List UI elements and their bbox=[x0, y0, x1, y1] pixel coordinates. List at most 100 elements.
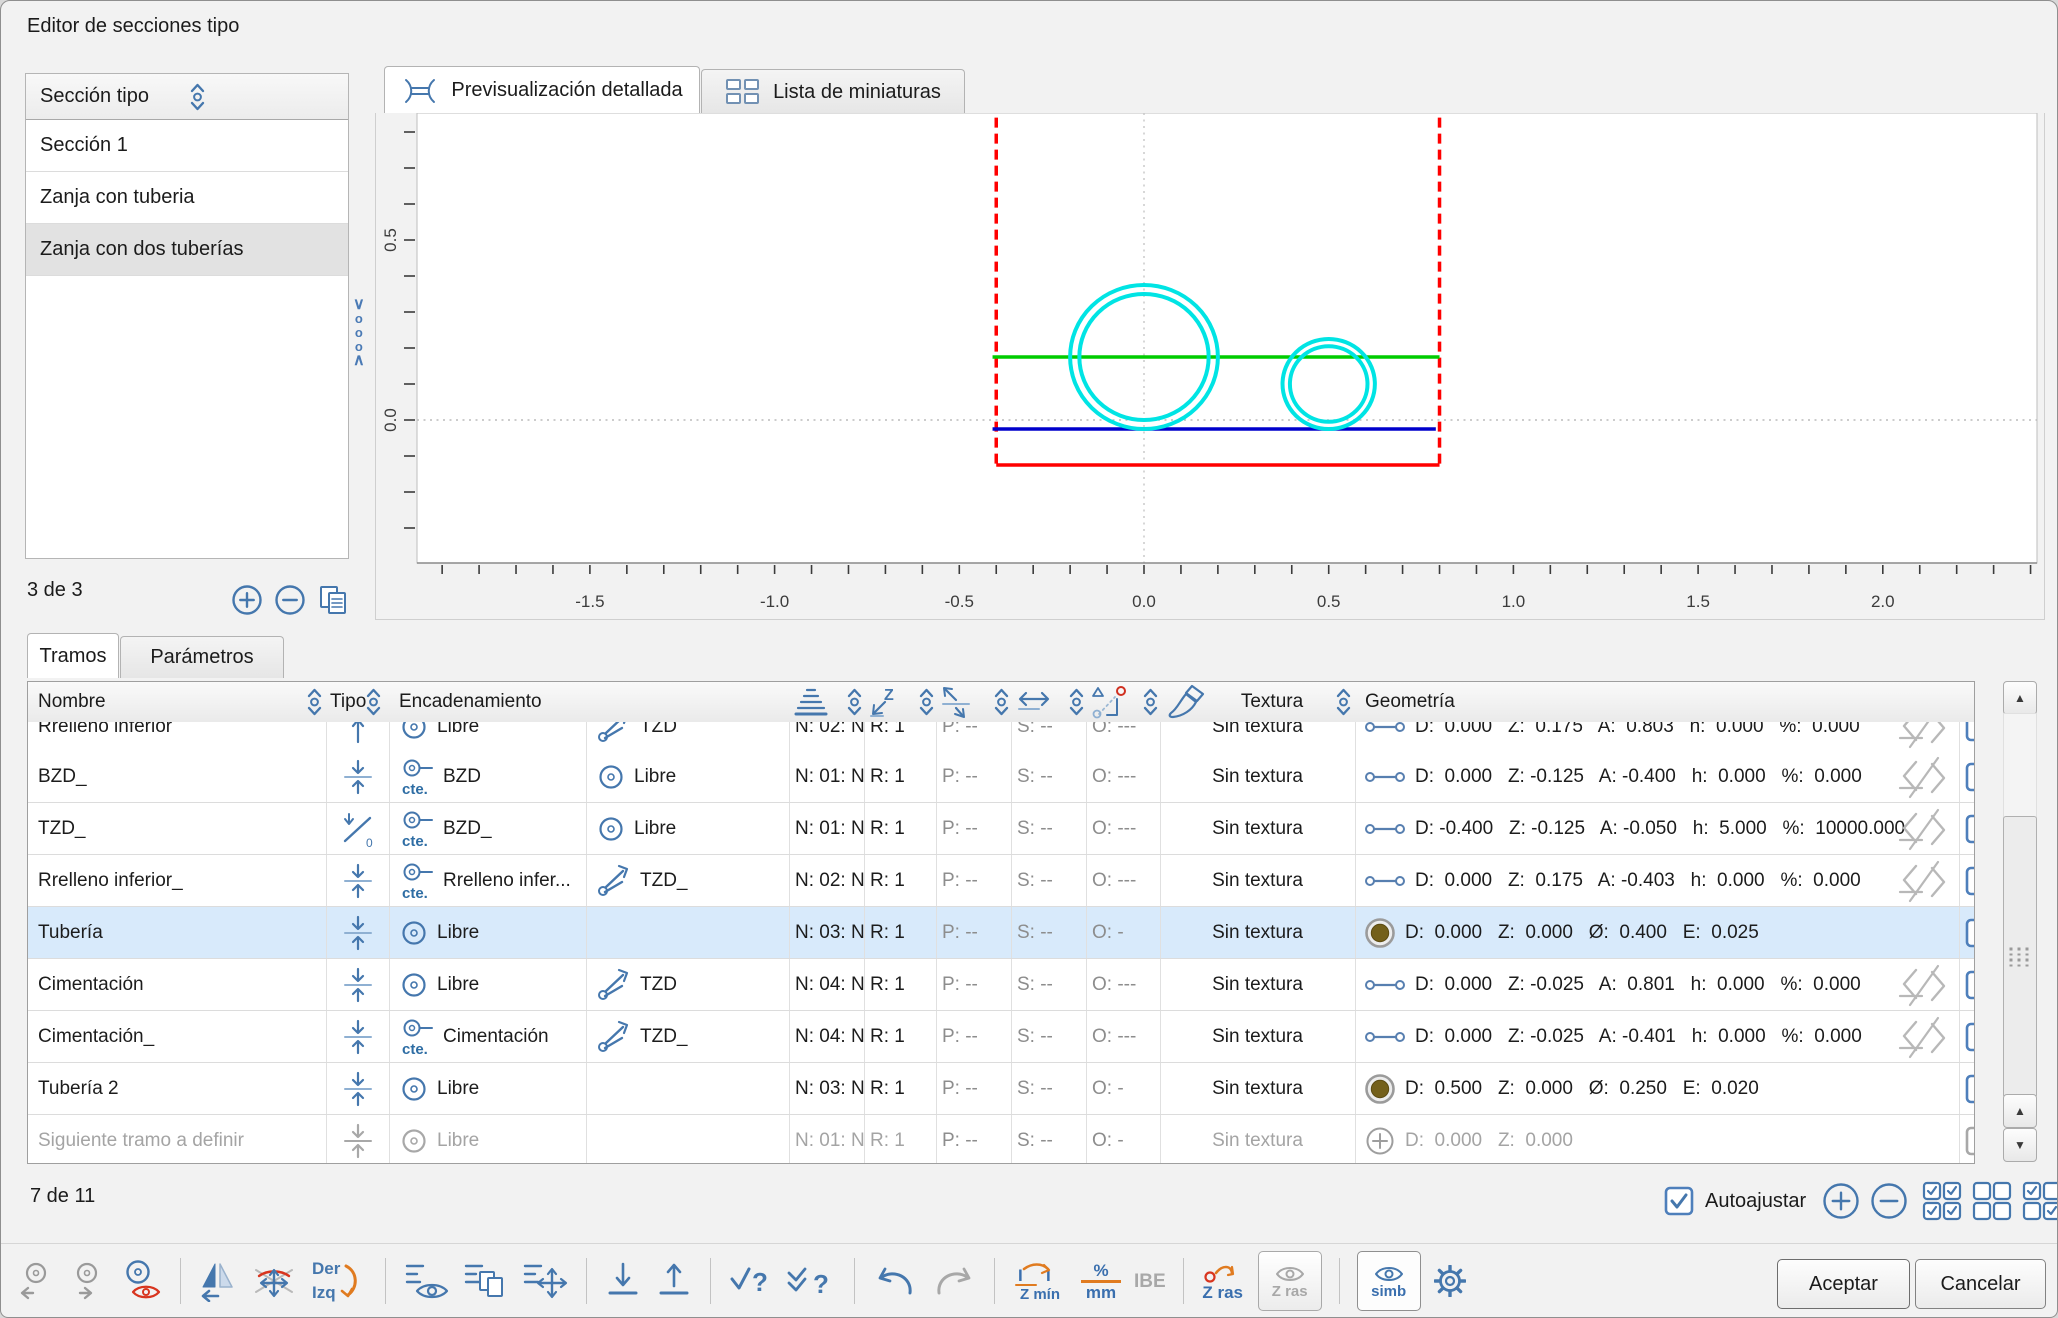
cell-textura[interactable]: Sin textura bbox=[1160, 855, 1356, 907]
row-checkbox[interactable] bbox=[1964, 865, 1975, 897]
cell-s[interactable]: S: -- bbox=[1011, 1115, 1087, 1163]
section-list-item[interactable]: Zanja con tuberia bbox=[26, 172, 348, 224]
cell-nivel[interactable]: N: 02: N bbox=[789, 855, 865, 907]
cell-select[interactable] bbox=[1959, 1011, 1974, 1063]
row-checkbox[interactable] bbox=[1964, 722, 1975, 743]
table-row[interactable]: Rrelleno inferiorLibreTZDN: 02: NR: 1P: … bbox=[28, 722, 1974, 751]
cell-select[interactable] bbox=[1959, 907, 1974, 959]
cell-s[interactable]: S: -- bbox=[1011, 751, 1087, 803]
z-ras-visibility-button[interactable]: Z ras bbox=[1258, 1251, 1322, 1311]
cell-tipo[interactable] bbox=[326, 1011, 390, 1063]
cell-encadenamiento-2[interactable] bbox=[586, 1063, 790, 1115]
table-row[interactable]: TZD_0cte.BZD_LibreN: 01: NR: 1P: --S: --… bbox=[28, 803, 1974, 855]
slope-edit-icon[interactable] bbox=[1895, 961, 1953, 1009]
cell-encadenamiento-2[interactable]: TZD_ bbox=[586, 1011, 790, 1063]
row-checkbox[interactable] bbox=[1964, 813, 1975, 845]
cell-tipo[interactable] bbox=[326, 855, 390, 907]
cell-repeticion[interactable]: R: 1 bbox=[864, 959, 937, 1011]
table-row[interactable]: Tubería 2LibreN: 03: NR: 1P: --S: --O: -… bbox=[28, 1063, 1974, 1115]
settings-button[interactable] bbox=[1434, 1265, 1466, 1297]
select-none-rows-button[interactable] bbox=[1972, 1181, 2012, 1221]
row-checkbox[interactable] bbox=[1964, 1125, 1975, 1157]
cell-nivel[interactable]: N: 01: N bbox=[789, 751, 865, 803]
cell-tipo[interactable] bbox=[326, 722, 390, 751]
invert-row-selection-button[interactable] bbox=[2022, 1181, 2058, 1221]
validate-button[interactable]: ? bbox=[728, 1261, 772, 1301]
cell-nombre[interactable]: Tubería bbox=[28, 907, 327, 959]
cell-tipo[interactable]: 0 bbox=[326, 803, 390, 855]
cell-geometria[interactable]: D: 0.000 Z: -0.025 A: 0.801 h: 0.000 %: … bbox=[1355, 959, 1960, 1011]
cell-geometria[interactable]: D: 0.000 Z: -0.025 A: -0.401 h: 0.000 %:… bbox=[1355, 1011, 1960, 1063]
cell-s[interactable]: S: -- bbox=[1011, 722, 1087, 751]
row-move-up-button[interactable]: ▲ bbox=[2003, 1094, 2037, 1128]
move-tramos-button[interactable] bbox=[521, 1260, 569, 1302]
insert-below-button[interactable] bbox=[604, 1260, 642, 1302]
z-min-button[interactable]: IIZ mín bbox=[1012, 1261, 1068, 1302]
cell-encadenamiento-1[interactable]: cte.Rrelleno infer... bbox=[389, 855, 587, 907]
table-row[interactable]: Cimentación_cte.CimentaciónTZD_N: 04: NR… bbox=[28, 1011, 1974, 1063]
cell-select[interactable] bbox=[1959, 1063, 1974, 1115]
section-list-header[interactable]: Sección tipo bbox=[26, 74, 348, 120]
add-tramo-button[interactable] bbox=[1822, 1182, 1860, 1220]
slope-edit-icon[interactable] bbox=[1895, 753, 1953, 801]
cell-p[interactable]: P: -- bbox=[936, 1115, 1012, 1163]
slope-edit-icon[interactable] bbox=[1895, 722, 1953, 751]
cell-encadenamiento-2[interactable]: Libre bbox=[586, 803, 790, 855]
cell-nombre[interactable]: Siguiente tramo a definir bbox=[28, 1115, 327, 1163]
cell-o[interactable]: O: --- bbox=[1086, 803, 1161, 855]
table-scrollbar-thumb[interactable] bbox=[2003, 816, 2037, 1098]
slope-edit-icon[interactable] bbox=[1895, 805, 1953, 853]
cell-nivel[interactable]: N: 01: N bbox=[789, 1115, 865, 1163]
cell-o[interactable]: O: --- bbox=[1086, 1011, 1161, 1063]
cell-textura[interactable]: Sin textura bbox=[1160, 803, 1356, 855]
cell-geometria[interactable]: D: 0.000 Z: 0.175 A: -0.403 h: 0.000 %: … bbox=[1355, 855, 1960, 907]
row-checkbox[interactable] bbox=[1964, 969, 1975, 1001]
view-section-button[interactable] bbox=[121, 1260, 163, 1302]
cell-o[interactable]: O: --- bbox=[1086, 751, 1161, 803]
cell-textura[interactable]: Sin textura bbox=[1160, 1011, 1356, 1063]
cell-o[interactable]: O: - bbox=[1086, 907, 1161, 959]
cell-o[interactable]: O: --- bbox=[1086, 855, 1161, 907]
table-row[interactable]: CimentaciónLibreTZDN: 04: NR: 1P: --S: -… bbox=[28, 959, 1974, 1011]
autoajustar-checkbox[interactable] bbox=[1663, 1185, 1695, 1217]
cell-repeticion[interactable]: R: 1 bbox=[864, 1063, 937, 1115]
cell-nivel[interactable]: N: 03: N bbox=[789, 907, 865, 959]
tab-lista-miniaturas[interactable]: Lista de miniaturas bbox=[701, 69, 965, 114]
cell-encadenamiento-1[interactable]: Libre bbox=[389, 722, 587, 751]
column-header-tipo[interactable]: Tipo bbox=[326, 682, 390, 723]
cell-tipo[interactable] bbox=[326, 959, 390, 1011]
simbology-button[interactable]: simb bbox=[1357, 1251, 1421, 1311]
validate-all-button[interactable]: ? bbox=[785, 1261, 837, 1301]
cell-p[interactable]: P: -- bbox=[936, 803, 1012, 855]
cell-encadenamiento-2[interactable]: Libre bbox=[586, 751, 790, 803]
cell-s[interactable]: S: -- bbox=[1011, 1063, 1087, 1115]
cell-nivel[interactable]: N: 04: N bbox=[789, 1011, 865, 1063]
cell-geometria[interactable]: D: 0.500 Z: 0.000 Ø: 0.250 E: 0.020 bbox=[1355, 1063, 1960, 1115]
show-tramos-button[interactable] bbox=[403, 1260, 449, 1302]
table-row[interactable]: Rrelleno inferior_cte.Rrelleno infer...T… bbox=[28, 855, 1974, 907]
cell-o[interactable]: O: - bbox=[1086, 1063, 1161, 1115]
cell-encadenamiento-1[interactable]: cte.BZD bbox=[389, 751, 587, 803]
cell-geometria[interactable]: D: 0.000 Z: 0.000 bbox=[1355, 1115, 1960, 1163]
cell-textura[interactable]: Sin textura bbox=[1160, 907, 1356, 959]
cell-geometria[interactable]: D: 0.000 Z: 0.175 A: 0.803 h: 0.000 %: 0… bbox=[1355, 722, 1960, 751]
cell-tipo[interactable] bbox=[326, 907, 390, 959]
cell-select[interactable] bbox=[1959, 803, 1974, 855]
cell-p[interactable]: P: -- bbox=[936, 855, 1012, 907]
mirror-section-button[interactable] bbox=[198, 1260, 238, 1302]
cell-nivel[interactable]: N: 01: N bbox=[789, 803, 865, 855]
cell-encadenamiento-2[interactable]: TZD bbox=[586, 959, 790, 1011]
cell-encadenamiento-1[interactable]: Libre bbox=[389, 907, 587, 959]
cell-tipo[interactable] bbox=[326, 1063, 390, 1115]
cell-o[interactable]: O: --- bbox=[1086, 959, 1161, 1011]
cancel-button[interactable]: Cancelar bbox=[1915, 1259, 2046, 1309]
cell-encadenamiento-1[interactable]: cte.BZD_ bbox=[389, 803, 587, 855]
cell-geometria[interactable]: D: 0.000 Z: 0.000 Ø: 0.400 E: 0.025 bbox=[1355, 907, 1960, 959]
row-checkbox[interactable] bbox=[1964, 917, 1975, 949]
cell-p[interactable]: P: -- bbox=[936, 1063, 1012, 1115]
cell-repeticion[interactable]: R: 1 bbox=[864, 855, 937, 907]
cell-repeticion[interactable]: R: 1 bbox=[864, 722, 937, 751]
add-section-button[interactable] bbox=[231, 584, 263, 616]
cell-encadenamiento-1[interactable]: Libre bbox=[389, 959, 587, 1011]
cell-textura[interactable]: Sin textura bbox=[1160, 1115, 1356, 1163]
